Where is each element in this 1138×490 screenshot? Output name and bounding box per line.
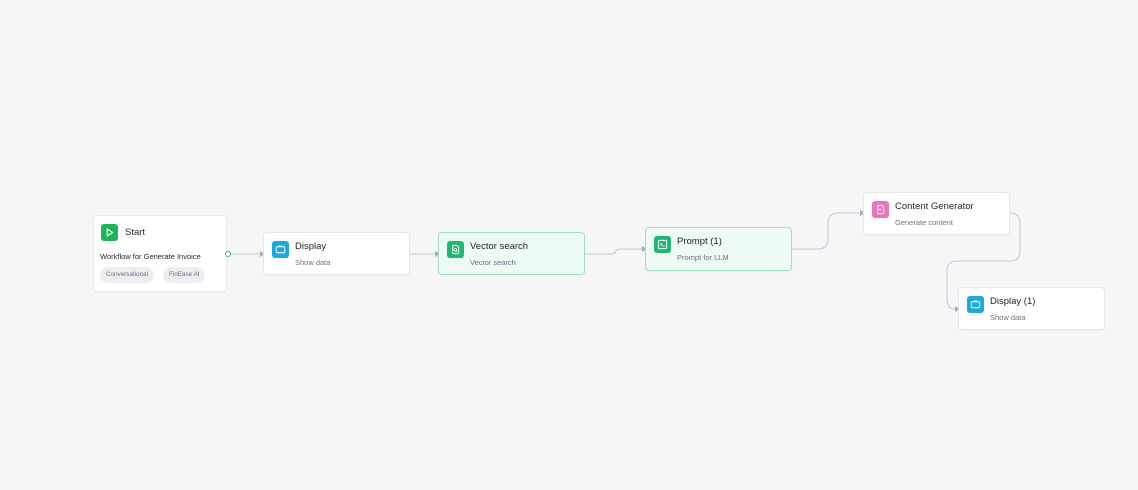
node-subtitle: Show data [295,258,331,267]
start-node[interactable]: Start Workflow for Generate Invoice Conv… [93,215,231,292]
output-handle[interactable] [225,251,231,257]
node-title: Start [125,227,146,238]
node-subtitle: Show data [990,313,1026,322]
terminal-icon [654,236,671,253]
node-title: Display [295,241,327,252]
content-generator-node[interactable]: Content Generator Generate content [863,192,1010,235]
vector-search-node[interactable]: Vector search Vector search [438,232,585,275]
node-title: Display (1) [990,296,1036,307]
node-title: Content Generator [895,201,974,212]
display-node[interactable]: Display Show data [263,232,410,275]
prompt-node[interactable]: Prompt (1) Prompt for LLM [645,227,792,271]
workflow-canvas[interactable]: Start Workflow for Generate Invoice Conv… [0,0,1138,490]
tag-badge: FinEase AI [163,267,206,283]
edge-prompt-content-generator [792,212,860,250]
display-1-node[interactable]: Display (1) Show data [958,287,1105,330]
document-search-icon [447,241,464,258]
node-subtitle: Vector search [470,258,516,267]
node-subtitle: Prompt for LLM [677,253,729,262]
monitor-icon [967,296,984,313]
node-subtitle: Generate content [895,218,953,227]
play-icon [101,224,118,241]
node-title: Prompt (1) [677,236,722,247]
monitor-icon [272,241,289,258]
document-sparkle-icon [872,201,889,218]
tag-badge: Conversational [100,267,155,283]
workflow-description: Workflow for Generate Invoice [100,252,201,261]
node-title: Vector search [470,241,529,252]
edge-vector-search-prompt [585,248,642,255]
